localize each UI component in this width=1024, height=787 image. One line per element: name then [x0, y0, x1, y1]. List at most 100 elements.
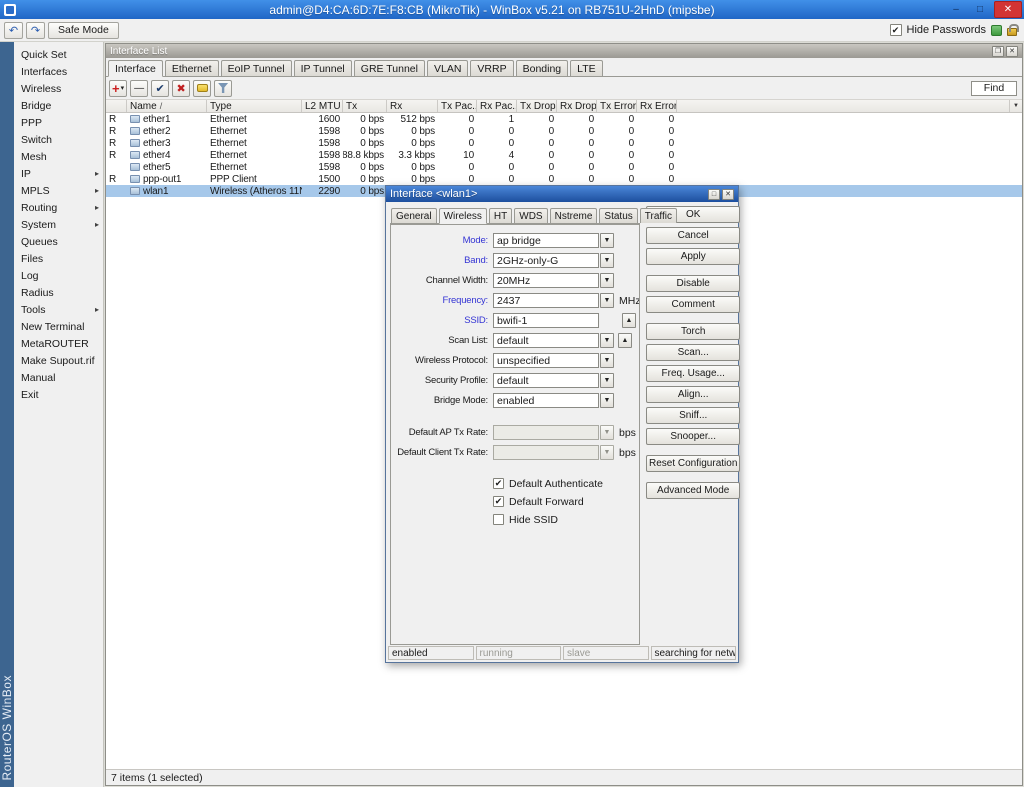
- dropdown-icon[interactable]: ▼: [600, 253, 614, 268]
- tab-ip-tunnel[interactable]: IP Tunnel: [294, 60, 352, 76]
- band-input[interactable]: 2GHz-only-G: [493, 253, 599, 268]
- security-profile-input[interactable]: default: [493, 373, 599, 388]
- tab-bonding[interactable]: Bonding: [516, 60, 569, 76]
- find-button[interactable]: Find: [971, 81, 1017, 96]
- sidebar-item-radius[interactable]: Radius: [14, 284, 103, 301]
- add-button[interactable]: + ▾: [109, 80, 127, 97]
- sidebar-item-queues[interactable]: Queues: [14, 233, 103, 250]
- cancel-button[interactable]: Cancel: [646, 227, 740, 244]
- remove-button[interactable]: —: [130, 80, 148, 97]
- dialog-tab-status[interactable]: Status: [599, 208, 637, 223]
- sidebar-item-ppp[interactable]: PPP: [14, 114, 103, 131]
- sidebar-item-switch[interactable]: Switch: [14, 131, 103, 148]
- sidebar-item-routing[interactable]: Routing▸: [14, 199, 103, 216]
- dropdown-icon[interactable]: ▼: [600, 333, 614, 348]
- column-header-rx[interactable]: Rx: [387, 100, 438, 112]
- enable-button[interactable]: ✔: [151, 80, 169, 97]
- close-button[interactable]: ✕: [994, 1, 1022, 18]
- sidebar-item-ip[interactable]: IP▸: [14, 165, 103, 182]
- table-row-ether2[interactable]: Rether2Ethernet15980 bps0 bps000000: [106, 125, 1022, 137]
- interface-list-titlebar[interactable]: Interface List ❐ ✕: [106, 44, 1022, 58]
- tab-gre-tunnel[interactable]: GRE Tunnel: [354, 60, 425, 76]
- sidebar-item-log[interactable]: Log: [14, 267, 103, 284]
- column-header-name[interactable]: Name/: [127, 100, 207, 112]
- sidebar-item-wireless[interactable]: Wireless: [14, 80, 103, 97]
- sidebar-item-exit[interactable]: Exit: [14, 386, 103, 403]
- collapse-up-icon[interactable]: ▲: [618, 333, 632, 348]
- reset-configuration-button[interactable]: Reset Configuration: [646, 455, 740, 472]
- column-header-flag[interactable]: [106, 100, 127, 112]
- sidebar-item-system[interactable]: System▸: [14, 216, 103, 233]
- sidebar-item-tools[interactable]: Tools▸: [14, 301, 103, 318]
- sidebar-item-quick-set[interactable]: Quick Set: [14, 46, 103, 63]
- dialog-tab-ht[interactable]: HT: [489, 208, 512, 223]
- dropdown-icon[interactable]: ▼: [600, 293, 614, 308]
- sidebar-item-metarouter[interactable]: MetaROUTER: [14, 335, 103, 352]
- table-row-ether5[interactable]: ether5Ethernet15980 bps0 bps000000: [106, 161, 1022, 173]
- torch-button[interactable]: Torch: [646, 323, 740, 340]
- default-authenticate-checkbox[interactable]: ✔: [493, 478, 504, 489]
- column-menu-button[interactable]: ▼: [1009, 100, 1022, 112]
- safe-mode-button[interactable]: Safe Mode: [48, 22, 119, 39]
- tab-vlan[interactable]: VLAN: [427, 60, 468, 76]
- dropdown-icon[interactable]: ▼: [600, 445, 614, 460]
- advanced-mode-button[interactable]: Advanced Mode: [646, 482, 740, 499]
- dropdown-icon[interactable]: ▼: [600, 425, 614, 440]
- dropdown-icon[interactable]: ▼: [600, 393, 614, 408]
- scan-list-input[interactable]: default: [493, 333, 599, 348]
- disable-button[interactable]: Disable: [646, 275, 740, 292]
- dialog-tab-wds[interactable]: WDS: [514, 208, 547, 223]
- freq-usage-button[interactable]: Freq. Usage...: [646, 365, 740, 382]
- restore-icon[interactable]: ❐: [992, 46, 1004, 57]
- filter-button[interactable]: [214, 80, 232, 97]
- disable-button[interactable]: ✖: [172, 80, 190, 97]
- column-header-l2-mtu[interactable]: L2 MTU: [302, 100, 343, 112]
- sidebar-item-bridge[interactable]: Bridge: [14, 97, 103, 114]
- table-row-ppp-out1[interactable]: Rppp-out1PPP Client15000 bps0 bps000000: [106, 173, 1022, 185]
- bridge-mode-input[interactable]: enabled: [493, 393, 599, 408]
- frequency-input[interactable]: 2437: [493, 293, 599, 308]
- comment-button[interactable]: [193, 80, 211, 97]
- sidebar-item-new-terminal[interactable]: New Terminal: [14, 318, 103, 335]
- column-header-tx-errors[interactable]: Tx Errors: [597, 100, 637, 112]
- ssid-input[interactable]: bwifi-1: [493, 313, 599, 328]
- sidebar-item-mpls[interactable]: MPLS▸: [14, 182, 103, 199]
- default-forward-checkbox[interactable]: ✔: [493, 496, 504, 507]
- collapse-up-icon[interactable]: ▲: [622, 313, 636, 328]
- table-row-ether3[interactable]: Rether3Ethernet15980 bps0 bps000000: [106, 137, 1022, 149]
- mode-input[interactable]: ap bridge: [493, 233, 599, 248]
- scan-button[interactable]: Scan...: [646, 344, 740, 361]
- dialog-close-icon[interactable]: ✕: [722, 189, 734, 200]
- column-header-rx-pac[interactable]: Rx Pac...: [477, 100, 517, 112]
- sidebar-item-files[interactable]: Files: [14, 250, 103, 267]
- snooper-button[interactable]: Snooper...: [646, 428, 740, 445]
- dropdown-icon[interactable]: ▼: [600, 373, 614, 388]
- dialog-titlebar[interactable]: Interface <wlan1> □ ✕: [386, 186, 738, 202]
- column-header-rx-errors[interactable]: Rx Errors: [637, 100, 677, 112]
- table-row-ether1[interactable]: Rether1Ethernet16000 bps512 bps010000: [106, 113, 1022, 125]
- close-icon[interactable]: ✕: [1006, 46, 1018, 57]
- column-header-rx-drops[interactable]: Rx Drops: [557, 100, 597, 112]
- dialog-tab-traffic[interactable]: Traffic: [640, 208, 677, 223]
- dialog-tab-general[interactable]: General: [391, 208, 437, 223]
- table-row-ether4[interactable]: Rether4Ethernet159888.8 kbps3.3 kbps1040…: [106, 149, 1022, 161]
- column-header-tx-drops[interactable]: Tx Drops: [517, 100, 557, 112]
- hide-passwords-checkbox[interactable]: ✔: [890, 24, 902, 36]
- sidebar-item-manual[interactable]: Manual: [14, 369, 103, 386]
- forward-button[interactable]: ↷: [26, 22, 45, 39]
- channel-width-input[interactable]: 20MHz: [493, 273, 599, 288]
- maximize-button[interactable]: □: [968, 1, 992, 18]
- wireless-protocol-input[interactable]: unspecified: [493, 353, 599, 368]
- sidebar-item-make-supout-rif[interactable]: Make Supout.rif: [14, 352, 103, 369]
- tab-vrrp[interactable]: VRRP: [470, 60, 513, 76]
- tab-ethernet[interactable]: Ethernet: [165, 60, 219, 76]
- hide-ssid-checkbox[interactable]: [493, 514, 504, 525]
- column-header-type[interactable]: Type: [207, 100, 302, 112]
- apply-button[interactable]: Apply: [646, 248, 740, 265]
- dialog-maximize-icon[interactable]: □: [708, 189, 720, 200]
- align-button[interactable]: Align...: [646, 386, 740, 403]
- sidebar-item-interfaces[interactable]: Interfaces: [14, 63, 103, 80]
- sniff-button[interactable]: Sniff...: [646, 407, 740, 424]
- sidebar-item-mesh[interactable]: Mesh: [14, 148, 103, 165]
- minimize-button[interactable]: –: [944, 1, 968, 18]
